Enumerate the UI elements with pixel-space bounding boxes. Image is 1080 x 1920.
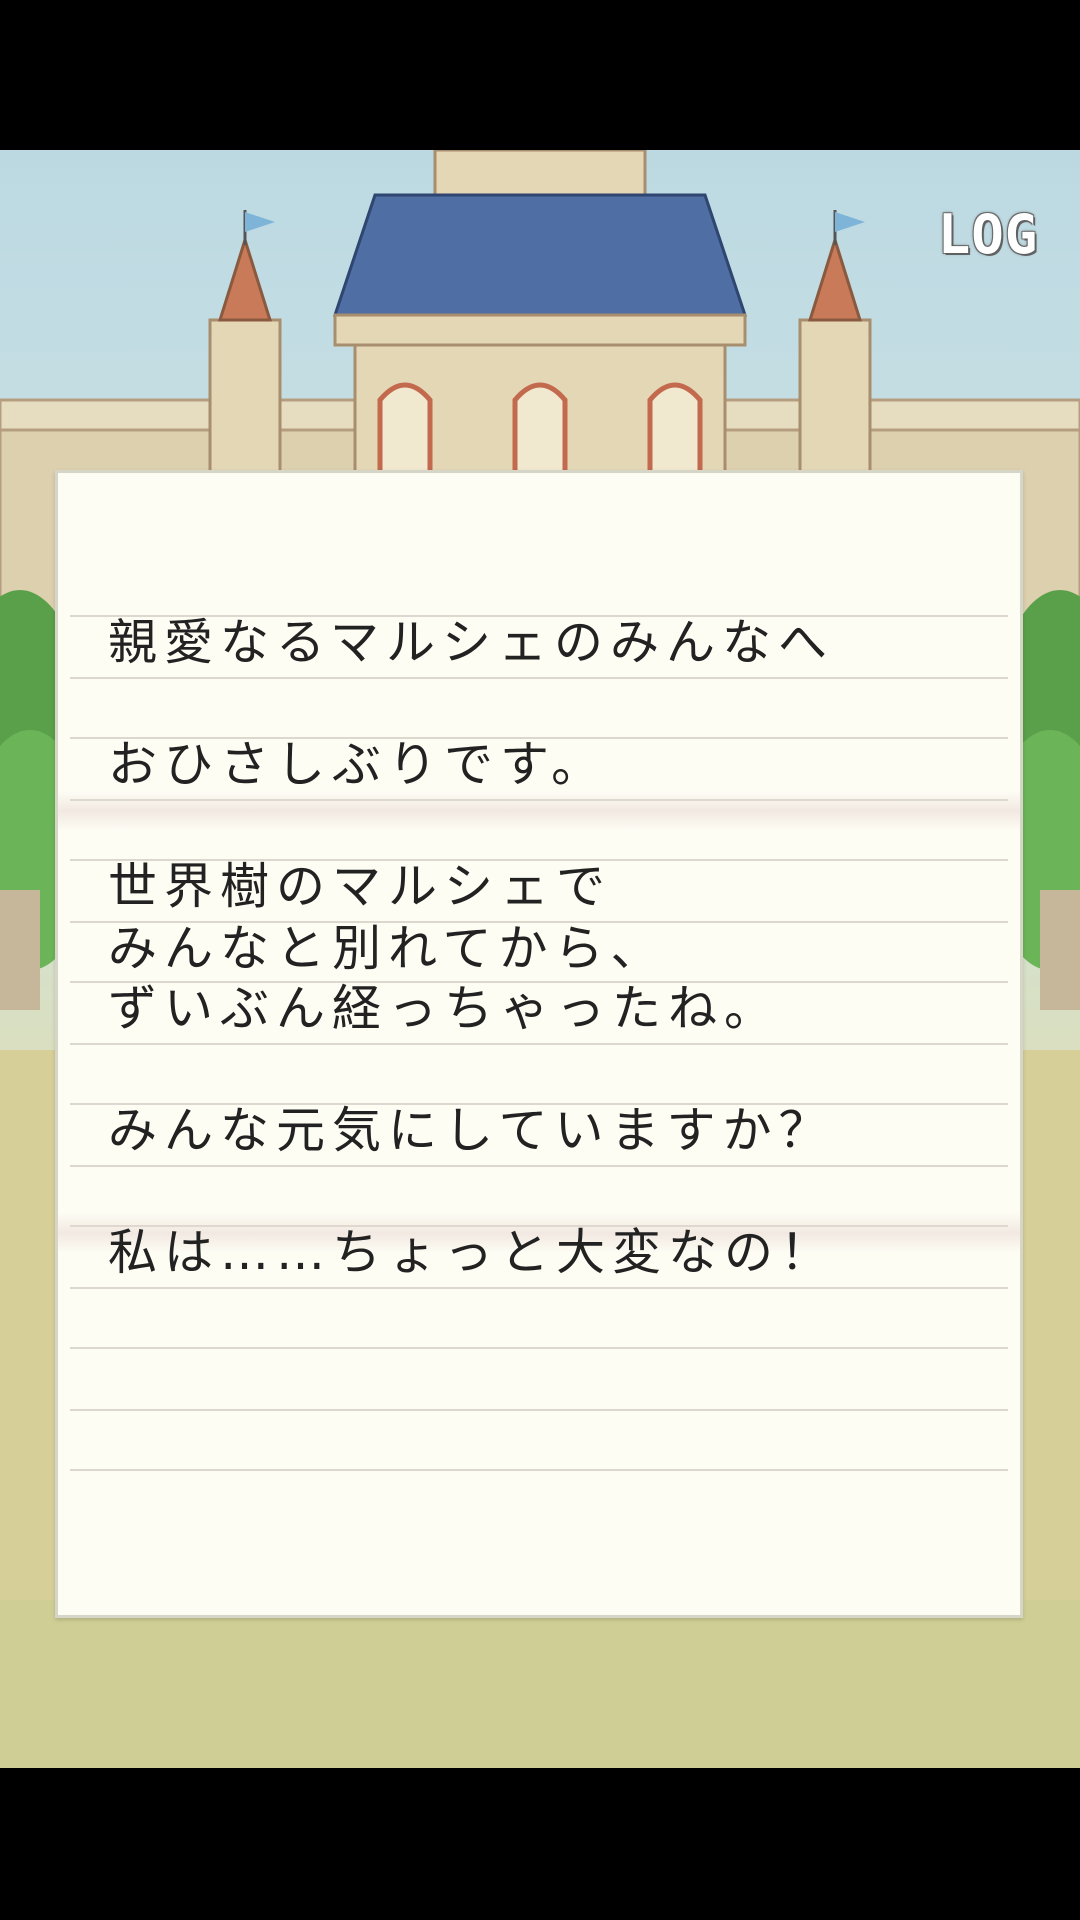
letter-paper: 親愛なるマルシェのみんなへ おひさしぶりです。 世界樹のマルシェで みんなと別れ… [55, 470, 1023, 1618]
letter-line-2: おひさしぶりです。 [108, 736, 608, 793]
letter-line-4: みんなと別れてから、 [108, 920, 667, 977]
letter-line-6: みんな元気にしていますか？ [108, 1102, 835, 1159]
letterbox-top [0, 0, 1080, 150]
letter-line-5: ずいぶん経っちゃったね。 [108, 980, 781, 1037]
letter-line-7: 私は……ちょっと大変なの！ [108, 1224, 837, 1281]
rule-line [70, 1469, 1008, 1471]
paper-fold [58, 791, 1020, 831]
rule-line [70, 1043, 1008, 1045]
letter-line-3: 世界樹のマルシェで [108, 858, 613, 915]
letter-line-1: 親愛なるマルシェのみんなへ [108, 614, 835, 671]
log-button[interactable]: LOG [928, 200, 1048, 270]
rule-line [70, 1165, 1008, 1167]
letterbox-bottom [0, 1768, 1080, 1920]
rule-line [70, 677, 1008, 679]
rule-line [70, 1409, 1008, 1411]
rule-line [70, 1287, 1008, 1289]
rule-line [70, 1347, 1008, 1349]
